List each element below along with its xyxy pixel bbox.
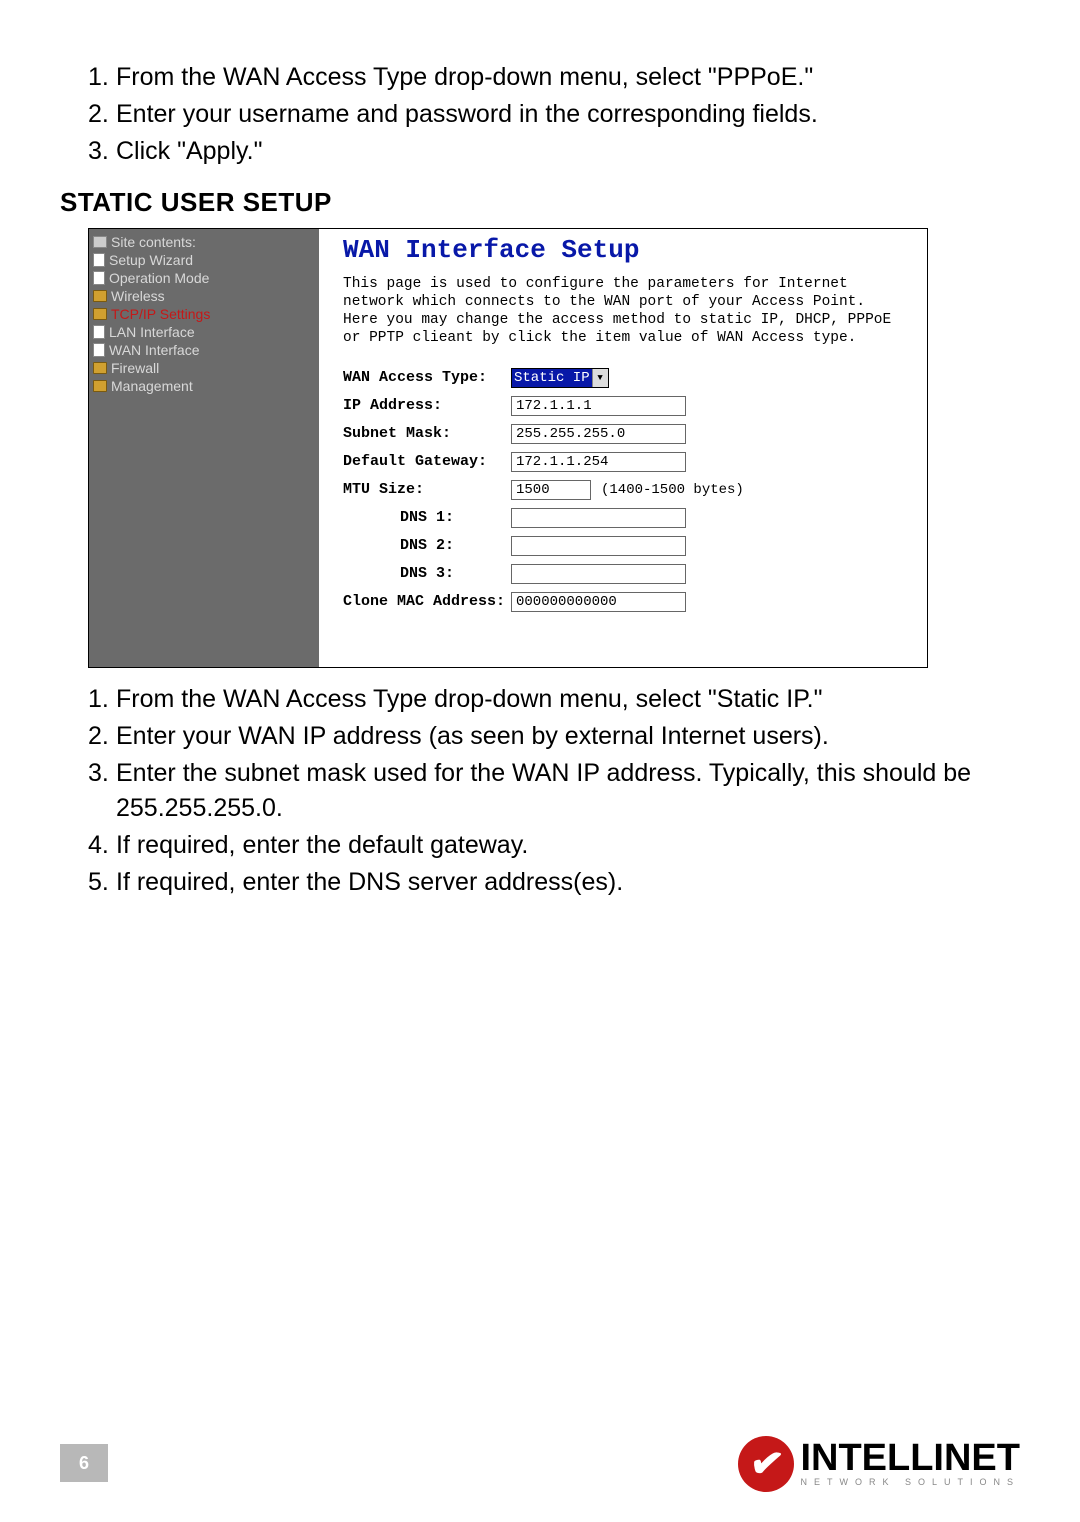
step-num: 3. <box>88 756 116 826</box>
subnet-mask-label: Subnet Mask: <box>343 425 511 442</box>
step-num: 2. <box>88 97 116 132</box>
panel-title: WAN Interface Setup <box>343 235 907 265</box>
sidebar-item-lan-interface[interactable]: LAN Interface <box>93 323 319 341</box>
step-text: Enter your username and password in the … <box>116 97 818 132</box>
folder-icon <box>93 290 107 302</box>
sidebar-item-setup-wizard[interactable]: Setup Wizard <box>93 251 319 269</box>
mtu-size-note: (1400-1500 bytes) <box>601 482 744 498</box>
sidebar-tree: Site contents: Setup Wizard Operation Mo… <box>89 229 319 667</box>
logo-text: INTELLINET <box>800 1441 1020 1475</box>
step-num: 5. <box>88 865 116 900</box>
checkmark-icon: ✔ <box>747 1439 787 1489</box>
sidebar-item-tcpip-settings[interactable]: TCP/IP Settings <box>93 305 319 323</box>
dns1-label: DNS 1: <box>343 509 511 526</box>
sidebar-item-firewall[interactable]: Firewall <box>93 359 319 377</box>
folder-icon <box>93 380 107 392</box>
tree-root: Site contents: <box>93 233 319 251</box>
wan-access-type-label: WAN Access Type: <box>343 369 511 386</box>
page-icon <box>93 343 105 357</box>
tree-root-icon <box>93 236 107 248</box>
mtu-size-input[interactable]: 1500 <box>511 480 591 500</box>
section-heading: STATIC USER SETUP <box>60 187 1020 218</box>
default-gateway-label: Default Gateway: <box>343 453 511 470</box>
sidebar-item-wireless[interactable]: Wireless <box>93 287 319 305</box>
ip-address-label: IP Address: <box>343 397 511 414</box>
page-icon <box>93 271 105 285</box>
step-text: If required, enter the default gateway. <box>116 828 528 863</box>
step-num: 1. <box>88 60 116 95</box>
step-text: From the WAN Access Type drop-down menu,… <box>116 682 822 717</box>
logo-subtext: NETWORK SOLUTIONS <box>800 1477 1020 1487</box>
folder-icon <box>93 362 107 374</box>
panel-description: This page is used to configure the param… <box>343 275 907 348</box>
sidebar-item-management[interactable]: Management <box>93 377 319 395</box>
mtu-size-label: MTU Size: <box>343 481 511 498</box>
page-number: 6 <box>60 1444 108 1482</box>
dns3-input[interactable] <box>511 564 686 584</box>
step-num: 2. <box>88 719 116 754</box>
router-ui-screenshot: Site contents: Setup Wizard Operation Mo… <box>88 228 928 668</box>
sidebar-item-operation-mode[interactable]: Operation Mode <box>93 269 319 287</box>
step-text: From the WAN Access Type drop-down menu,… <box>116 60 813 95</box>
chevron-down-icon: ▼ <box>592 369 608 387</box>
ip-address-input[interactable]: 172.1.1.1 <box>511 396 686 416</box>
pppoe-instructions: 1.From the WAN Access Type drop-down men… <box>60 60 1020 169</box>
folder-open-icon <box>93 308 107 320</box>
wan-access-type-select[interactable]: Static IP ▼ <box>511 368 609 388</box>
step-num: 3. <box>88 134 116 169</box>
page-icon <box>93 253 105 267</box>
default-gateway-input[interactable]: 172.1.1.254 <box>511 452 686 472</box>
step-text: Enter the subnet mask used for the WAN I… <box>116 756 1020 826</box>
subnet-mask-input[interactable]: 255.255.255.0 <box>511 424 686 444</box>
static-ip-instructions: 1.From the WAN Access Type drop-down men… <box>60 682 1020 900</box>
dns2-label: DNS 2: <box>343 537 511 554</box>
wan-interface-panel: WAN Interface Setup This page is used to… <box>319 229 927 667</box>
step-num: 1. <box>88 682 116 717</box>
step-text: If required, enter the DNS server addres… <box>116 865 623 900</box>
dns3-label: DNS 3: <box>343 565 511 582</box>
sidebar-item-wan-interface[interactable]: WAN Interface <box>93 341 319 359</box>
step-num: 4. <box>88 828 116 863</box>
dns2-input[interactable] <box>511 536 686 556</box>
logo-mark-icon: ✔ <box>738 1436 794 1492</box>
page-icon <box>93 325 105 339</box>
brand-logo: ✔ INTELLINET NETWORK SOLUTIONS <box>738 1436 1020 1492</box>
clone-mac-input[interactable]: 000000000000 <box>511 592 686 612</box>
dns1-input[interactable] <box>511 508 686 528</box>
clone-mac-label: Clone MAC Address: <box>343 593 511 610</box>
step-text: Enter your WAN IP address (as seen by ex… <box>116 719 829 754</box>
step-text: Click "Apply." <box>116 134 262 169</box>
